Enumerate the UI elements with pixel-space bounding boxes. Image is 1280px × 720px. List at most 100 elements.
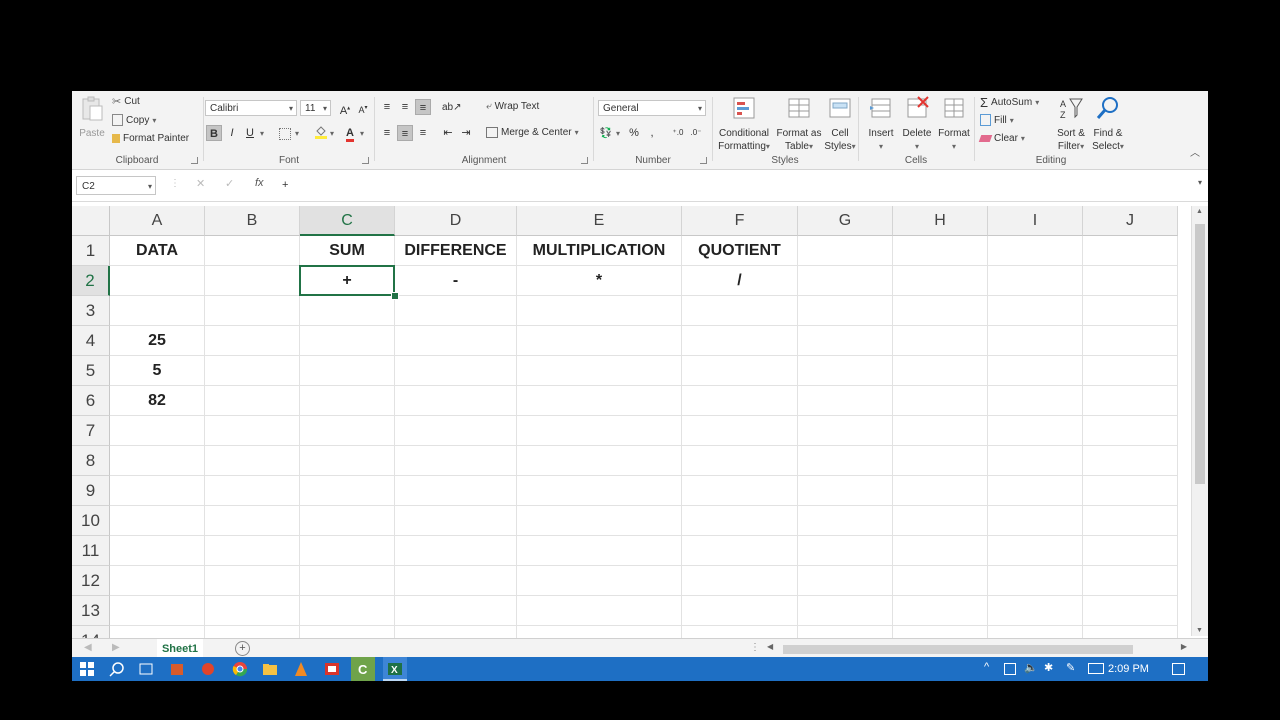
- cell-a2[interactable]: [110, 266, 205, 296]
- cell-c4[interactable]: [300, 326, 395, 356]
- cell-i8[interactable]: [988, 446, 1083, 476]
- cell-a10[interactable]: [110, 506, 205, 536]
- screen-recorder-icon[interactable]: [324, 661, 340, 677]
- cell-i12[interactable]: [988, 566, 1083, 596]
- name-box[interactable]: C2 ▾: [76, 176, 156, 195]
- cell-c2[interactable]: +: [300, 266, 395, 296]
- network-icon[interactable]: ✱: [1044, 661, 1053, 674]
- cell-g13[interactable]: [798, 596, 893, 626]
- cell-f5[interactable]: [682, 356, 798, 386]
- cell-j10[interactable]: [1083, 506, 1178, 536]
- cell-h5[interactable]: [893, 356, 988, 386]
- cell-styles-button[interactable]: Cell Styles▾: [822, 95, 858, 153]
- vertical-scroll-thumb[interactable]: [1195, 224, 1205, 484]
- cell-a1[interactable]: DATA: [110, 236, 205, 266]
- cell-a4[interactable]: 25: [110, 326, 205, 356]
- cell-i2[interactable]: [988, 266, 1083, 296]
- cell-e1[interactable]: MULTIPLICATION: [517, 236, 682, 266]
- cell-a11[interactable]: [110, 536, 205, 566]
- cell-b6[interactable]: [205, 386, 300, 416]
- conditional-formatting-button[interactable]: Conditional Formatting▾: [714, 95, 774, 153]
- cell-h11[interactable]: [893, 536, 988, 566]
- cell-c13[interactable]: [300, 596, 395, 626]
- cell-h10[interactable]: [893, 506, 988, 536]
- cell-g11[interactable]: [798, 536, 893, 566]
- column-header-j[interactable]: J: [1083, 206, 1178, 236]
- cell-g10[interactable]: [798, 506, 893, 536]
- cell-c5[interactable]: [300, 356, 395, 386]
- excel-taskbar-button[interactable]: X: [383, 657, 407, 681]
- cell-g7[interactable]: [798, 416, 893, 446]
- search-icon[interactable]: [109, 661, 125, 677]
- column-header-h[interactable]: H: [893, 206, 988, 236]
- cell-e2[interactable]: *: [517, 266, 682, 296]
- cell-f12[interactable]: [682, 566, 798, 596]
- clear-button[interactable]: Clear ▾: [978, 133, 1025, 144]
- cell-d9[interactable]: [395, 476, 517, 506]
- align-left-button[interactable]: ≡: [379, 125, 395, 141]
- comma-button[interactable]: ,: [644, 125, 660, 141]
- insert-cells-button[interactable]: Insert ▾: [864, 95, 898, 153]
- number-launcher-icon[interactable]: [700, 157, 707, 164]
- formula-input[interactable]: +: [282, 176, 1202, 195]
- cell-b4[interactable]: [205, 326, 300, 356]
- font-launcher-icon[interactable]: [362, 157, 369, 164]
- cell-h6[interactable]: [893, 386, 988, 416]
- bold-button[interactable]: B: [206, 125, 222, 141]
- cell-g12[interactable]: [798, 566, 893, 596]
- cell-a13[interactable]: [110, 596, 205, 626]
- cell-g3[interactable]: [798, 296, 893, 326]
- cell-b8[interactable]: [205, 446, 300, 476]
- cell-e7[interactable]: [517, 416, 682, 446]
- cell-i11[interactable]: [988, 536, 1083, 566]
- vlc-icon[interactable]: [293, 661, 309, 677]
- vertical-scrollbar[interactable]: ▲ ▼: [1191, 206, 1208, 636]
- cell-h1[interactable]: [893, 236, 988, 266]
- cell-d13[interactable]: [395, 596, 517, 626]
- task-view-icon[interactable]: [138, 661, 154, 677]
- cell-h12[interactable]: [893, 566, 988, 596]
- cell-c6[interactable]: [300, 386, 395, 416]
- underline-button[interactable]: U: [242, 125, 258, 141]
- format-painter-button[interactable]: Format Painter: [112, 133, 189, 144]
- top-align-button[interactable]: ≡: [379, 99, 395, 115]
- cell-c3[interactable]: [300, 296, 395, 326]
- format-as-table-button[interactable]: Format as Table▾: [776, 95, 822, 153]
- cell-a8[interactable]: [110, 446, 205, 476]
- cell-e5[interactable]: [517, 356, 682, 386]
- number-format-select[interactable]: General ▾: [598, 100, 706, 116]
- column-header-c[interactable]: C: [300, 206, 395, 236]
- cell-f6[interactable]: [682, 386, 798, 416]
- cell-b9[interactable]: [205, 476, 300, 506]
- cell-d2[interactable]: -: [395, 266, 517, 296]
- row-header-6[interactable]: 6: [72, 386, 110, 416]
- cell-e13[interactable]: [517, 596, 682, 626]
- battery-icon[interactable]: [1004, 663, 1016, 675]
- cell-j11[interactable]: [1083, 536, 1178, 566]
- cell-c8[interactable]: [300, 446, 395, 476]
- cell-c10[interactable]: [300, 506, 395, 536]
- cell-d5[interactable]: [395, 356, 517, 386]
- cell-j12[interactable]: [1083, 566, 1178, 596]
- cell-d3[interactable]: [395, 296, 517, 326]
- find-select-button[interactable]: Find & Select▾: [1090, 95, 1126, 153]
- add-sheet-icon[interactable]: +: [235, 641, 250, 656]
- cell-f4[interactable]: [682, 326, 798, 356]
- scroll-right-icon[interactable]: ▶: [1181, 642, 1187, 651]
- delete-cells-button[interactable]: Delete ▾: [900, 95, 934, 153]
- prev-sheet-icon[interactable]: ◀: [84, 642, 92, 653]
- bottom-align-button[interactable]: ≡: [415, 99, 431, 115]
- cell-b10[interactable]: [205, 506, 300, 536]
- cell-j7[interactable]: [1083, 416, 1178, 446]
- cell-i6[interactable]: [988, 386, 1083, 416]
- copy-button[interactable]: Copy ▾: [112, 114, 156, 126]
- cell-d6[interactable]: [395, 386, 517, 416]
- scroll-down-icon[interactable]: ▼: [1196, 627, 1203, 634]
- cell-b11[interactable]: [205, 536, 300, 566]
- folder-icon[interactable]: [262, 661, 278, 677]
- cell-h4[interactable]: [893, 326, 988, 356]
- cell-i13[interactable]: [988, 596, 1083, 626]
- font-size-select[interactable]: 11 ▾: [300, 100, 331, 116]
- cell-j3[interactable]: [1083, 296, 1178, 326]
- row-header-10[interactable]: 10: [72, 506, 110, 536]
